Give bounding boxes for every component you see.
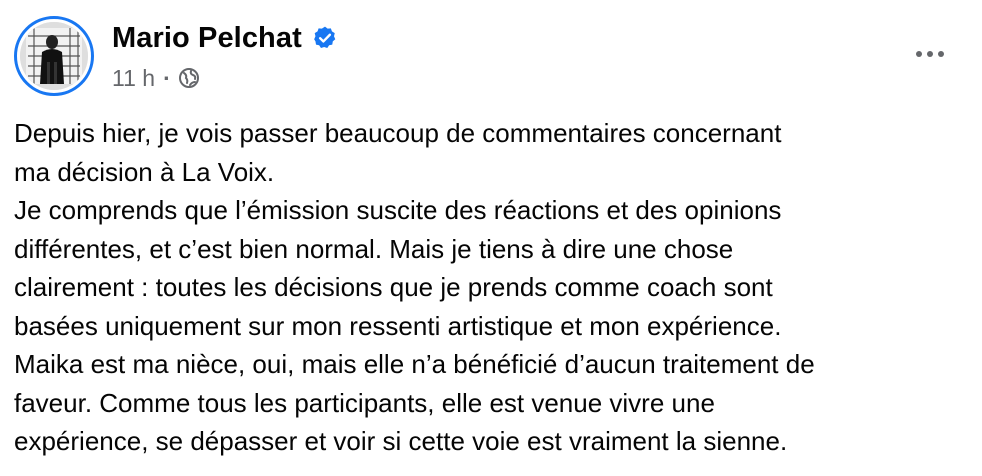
post-text-line: basées uniquement sur mon ressenti artis… <box>14 310 782 341</box>
post-text-line: clairement : toutes les décisions que je… <box>14 272 773 302</box>
post-text-line: expérience, se dépasser et voir si cette… <box>14 426 788 456</box>
more-dot <box>916 51 922 57</box>
post-body: Depuis hier, je vois passer beaucoup de … <box>14 114 964 461</box>
verified-badge-icon <box>312 25 338 51</box>
post-header: Mario Pelchat <box>112 18 338 58</box>
more-dot <box>938 51 944 57</box>
post-text-line: Depuis hier, je vois passer beaucoup de … <box>14 118 782 148</box>
profile-photo <box>20 22 88 90</box>
meta-separator: · <box>163 64 171 91</box>
author-name[interactable]: Mario Pelchat <box>112 22 302 55</box>
post-meta: 11 h · <box>112 62 200 94</box>
post-text-line: faveur. Comme tous les participants, ell… <box>14 387 715 418</box>
post-text-line: différentes, et c’est bien normal. Mais … <box>14 233 734 264</box>
post-text-line: ma décision à La Voix. <box>14 156 275 187</box>
post-text-line: Maika est ma nièce, oui, mais elle n’a b… <box>14 349 815 379</box>
facebook-post: Mario Pelchat 11 h · Depuis hier, je voi… <box>0 0 982 476</box>
globe-icon[interactable] <box>178 67 200 89</box>
more-options-icon[interactable] <box>912 36 948 72</box>
post-timestamp[interactable]: 11 h <box>112 65 155 92</box>
post-text-line: Je comprends que l’émission suscite des … <box>14 195 782 225</box>
avatar[interactable] <box>14 16 94 96</box>
more-dot <box>927 51 933 57</box>
